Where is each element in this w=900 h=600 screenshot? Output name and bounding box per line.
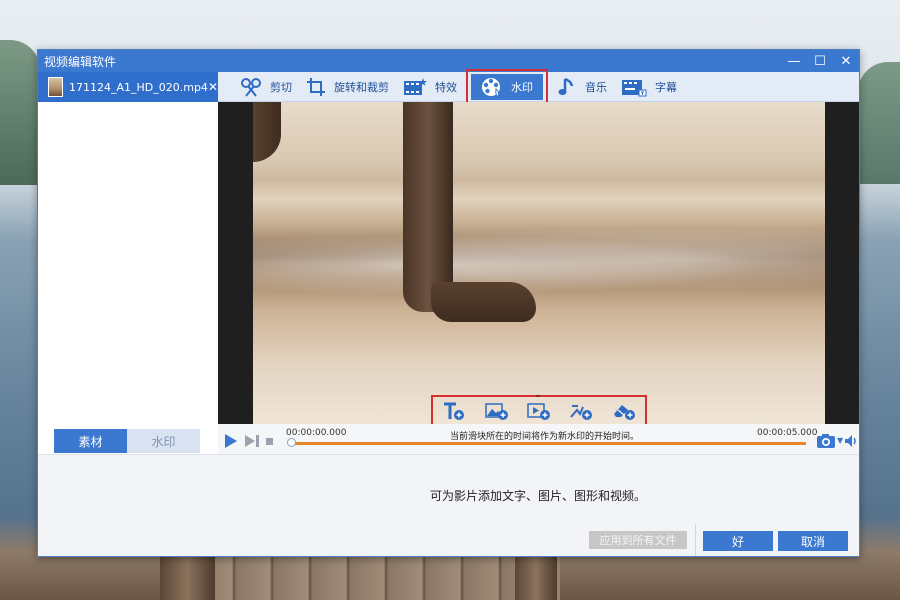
- minimize-button[interactable]: —: [781, 50, 807, 72]
- tool-effects[interactable]: 特效: [403, 72, 457, 102]
- tool-rotate-crop[interactable]: 旋转和裁剪: [306, 72, 389, 102]
- tool-music-label: 音乐: [585, 80, 607, 94]
- add-video-button[interactable]: ⌄: [525, 390, 553, 423]
- frame-heel: [253, 102, 281, 162]
- time-start: 00:00:00.000: [286, 428, 347, 438]
- close-button[interactable]: ✕: [833, 50, 859, 72]
- frame-waves: [253, 230, 825, 300]
- playback-bar: 00:00:00.000 当前滑块所在的时间将作为新水印的开始时间。 00:00…: [218, 424, 859, 454]
- add-text-icon: [444, 402, 465, 420]
- maximize-button[interactable]: ☐: [807, 50, 833, 72]
- tab-material[interactable]: 素材: [54, 429, 127, 453]
- file-close-icon[interactable]: ✕: [208, 80, 218, 94]
- timeline-hint: 当前滑块所在的时间将作为新水印的开始时间。: [450, 432, 640, 442]
- background-dock: [160, 556, 560, 600]
- tool-music[interactable]: 音乐: [557, 72, 607, 102]
- apply-all-button[interactable]: 应用到所有文件: [589, 531, 687, 549]
- frame-foot: [431, 282, 536, 322]
- play-icon[interactable]: [224, 433, 238, 449]
- tool-watermark-label: 水印: [511, 80, 533, 94]
- add-eraser-icon: [613, 404, 635, 420]
- hint-text: 可为影片添加文字、图片、图形和视频。: [430, 489, 647, 503]
- hint-area: 可为影片添加文字、图片、图形和视频。: [38, 454, 859, 524]
- volume-icon[interactable]: [844, 434, 858, 448]
- timeline-slider-handle[interactable]: [287, 438, 296, 447]
- cut-icon: [241, 77, 261, 97]
- step-forward-icon[interactable]: [244, 434, 262, 448]
- window-title: 视频编辑软件: [44, 54, 117, 69]
- watermark-tool-group: ⌄: [431, 390, 647, 426]
- timeline-track[interactable]: [290, 442, 806, 445]
- tool-watermark[interactable]: 水印: [466, 68, 548, 105]
- add-image-button[interactable]: [483, 399, 511, 423]
- camera-icon[interactable]: [816, 433, 836, 449]
- file-tab[interactable]: 171124_A1_HD_020.mp4 ✕: [38, 72, 218, 102]
- effects-icon: [404, 77, 427, 95]
- ok-button[interactable]: 好: [703, 531, 773, 551]
- file-thumbnail: [48, 77, 63, 97]
- add-image-icon: [484, 402, 508, 420]
- background-hill-left: [0, 40, 40, 185]
- tool-rotate-crop-label: 旋转和裁剪: [334, 80, 389, 94]
- watermark-icon: [482, 77, 500, 98]
- add-video-icon: [527, 402, 550, 420]
- add-shape-button[interactable]: [567, 399, 595, 423]
- title-bar[interactable]: 视频编辑软件 — ☐ ✕: [38, 50, 859, 72]
- editor-window: 视频编辑软件 — ☐ ✕ 171124_A1_HD_020.mp4 ✕ 素材 水…: [37, 49, 860, 557]
- edit-toolbar: 剪切 旋转和裁剪 特效 水印 音乐 字幕: [218, 68, 859, 105]
- tool-effects-label: 特效: [435, 80, 457, 94]
- frame-leg: [403, 102, 453, 312]
- background-hill-right: [858, 62, 900, 184]
- background-post: [160, 556, 215, 600]
- tool-subtitle-label: 字幕: [655, 80, 677, 94]
- tab-watermark[interactable]: 水印: [127, 429, 200, 453]
- footer-divider: [695, 524, 696, 556]
- background-post: [515, 556, 557, 600]
- tool-cut[interactable]: 剪切: [240, 72, 292, 102]
- editor-panel: 剪切 旋转和裁剪 特效 水印 音乐 字幕 ⌄ 00:00:00.000 当前滑块…: [218, 68, 859, 454]
- rotate-crop-icon: [307, 77, 325, 96]
- cancel-button[interactable]: 取消: [778, 531, 848, 551]
- video-frame: [253, 102, 825, 424]
- tool-cut-label: 剪切: [270, 80, 292, 94]
- panel-tabs: 素材 水印: [54, 429, 200, 453]
- add-shape-icon: [570, 404, 593, 420]
- stop-icon[interactable]: [266, 438, 273, 445]
- file-panel: 171124_A1_HD_020.mp4 ✕ 素材 水印: [38, 72, 218, 454]
- add-text-button[interactable]: [440, 399, 468, 423]
- subtitle-icon: [622, 79, 647, 96]
- time-end: 00:00:05.000: [757, 428, 818, 438]
- video-preview[interactable]: ⌄: [218, 102, 859, 426]
- add-eraser-button[interactable]: [610, 399, 638, 423]
- file-name: 171124_A1_HD_020.mp4: [68, 80, 208, 94]
- chevron-down-icon: ⌄: [533, 389, 542, 400]
- dialog-footer: 应用到所有文件 好 取消: [38, 524, 859, 556]
- tool-subtitle[interactable]: 字幕: [621, 72, 677, 102]
- music-icon: [558, 77, 574, 95]
- camera-dropdown-icon[interactable]: ▼: [837, 436, 843, 445]
